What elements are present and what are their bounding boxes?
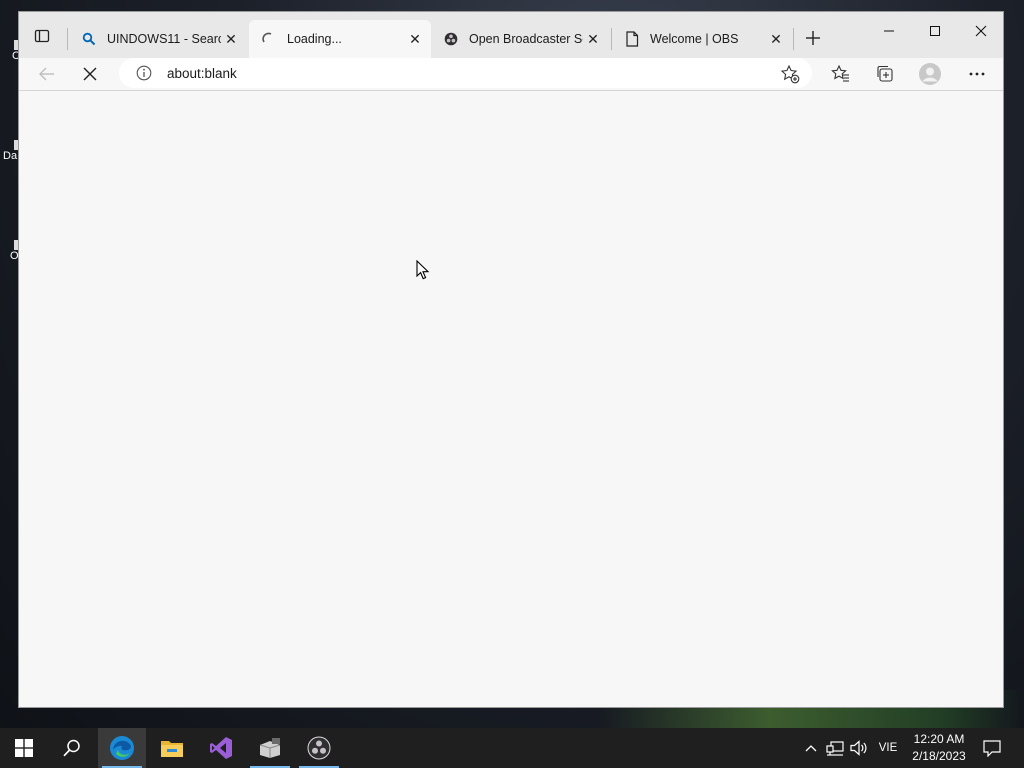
collections-icon [877, 65, 893, 82]
network-icon [826, 741, 844, 756]
mouse-cursor-icon [416, 260, 430, 280]
taskbar-obs[interactable] [295, 728, 343, 768]
add-favorite-icon[interactable] [780, 64, 800, 84]
tab-welcome-obs[interactable]: Welcome | OBS ✕ [612, 20, 792, 58]
favorites-button[interactable] [825, 58, 857, 90]
show-hidden-icons-button[interactable] [800, 728, 822, 768]
close-window-button[interactable] [958, 12, 1004, 50]
action-center-button[interactable] [978, 728, 1006, 768]
file-explorer-icon [161, 741, 183, 757]
info-icon[interactable] [135, 64, 153, 82]
tab-loading[interactable]: Loading... ✕ [249, 20, 431, 58]
close-icon [975, 25, 987, 37]
clock-date: 2/18/2023 [912, 749, 966, 763]
plus-icon [806, 31, 820, 45]
tab-actions-button[interactable] [27, 21, 57, 51]
loading-spinner-icon [261, 31, 277, 47]
search-icon [81, 31, 97, 47]
page-icon [624, 31, 640, 47]
tab-search[interactable]: UINDOWS11 - Search ✕ [69, 20, 247, 58]
tab-title: Open Broadcaster Sof [469, 32, 583, 46]
tab-separator [793, 28, 794, 50]
input-language-button[interactable]: VIE [873, 728, 903, 768]
edge-icon [110, 736, 134, 760]
browser-toolbar: about:blank [19, 58, 1003, 91]
desktop-icon-3[interactable]: O [0, 240, 19, 262]
tab-title: UINDOWS11 - Search [107, 32, 221, 46]
package-icon [259, 738, 281, 758]
tab-title: Loading... [287, 32, 342, 46]
tab-strip: UINDOWS11 - Search ✕ Loading... ✕ Open B… [19, 12, 1003, 58]
stop-loading-button[interactable] [74, 58, 106, 90]
visual-studio-icon [210, 737, 232, 759]
browser-window: UINDOWS11 - Search ✕ Loading... ✕ Open B… [18, 11, 1004, 708]
favorites-icon [831, 64, 849, 82]
tab-actions-icon [34, 29, 50, 43]
maximize-button[interactable] [912, 12, 958, 50]
desktop-icon-1[interactable]: C [0, 40, 20, 62]
collections-button[interactable] [869, 58, 901, 90]
notification-icon [983, 739, 1001, 757]
maximize-icon [930, 26, 940, 36]
back-button[interactable] [31, 58, 63, 90]
speaker-icon [850, 740, 867, 756]
taskbar-search-button[interactable] [48, 728, 96, 768]
page-content [19, 91, 1003, 707]
close-tab-icon[interactable]: ✕ [583, 29, 603, 49]
settings-more-button[interactable] [961, 58, 993, 90]
taskbar-edge[interactable] [98, 728, 146, 768]
volume-button[interactable] [847, 728, 871, 768]
avatar [919, 63, 941, 85]
obs-icon [307, 736, 331, 760]
profile-button[interactable] [914, 58, 946, 90]
minimize-icon [884, 30, 894, 32]
tab-separator [67, 28, 68, 50]
start-icon [15, 739, 33, 757]
clock[interactable]: 12:20 AM 2/18/2023 [906, 731, 972, 765]
tab-obs-site[interactable]: Open Broadcaster Sof ✕ [431, 20, 609, 58]
taskbar: VIE 12:20 AM 2/18/2023 [0, 728, 1024, 768]
desktop-icon-label: Da [3, 150, 18, 162]
close-tab-icon[interactable]: ✕ [221, 29, 241, 49]
taskbar-visual-studio[interactable] [197, 728, 245, 768]
network-button[interactable] [823, 728, 847, 768]
taskbar-file-explorer[interactable] [148, 728, 196, 768]
obs-icon [443, 31, 459, 47]
address-bar[interactable]: about:blank [119, 58, 812, 88]
clock-time: 12:20 AM [913, 732, 965, 746]
new-tab-button[interactable] [799, 24, 827, 52]
desktop-icon-2[interactable]: Da [0, 140, 18, 162]
taskbar-package[interactable] [246, 728, 294, 768]
start-button[interactable] [0, 728, 48, 768]
chevron-up-icon [805, 745, 817, 752]
close-tab-icon[interactable]: ✕ [405, 29, 425, 49]
back-arrow-icon [39, 67, 54, 81]
more-icon [969, 72, 985, 76]
stop-icon [83, 67, 97, 81]
close-tab-icon[interactable]: ✕ [766, 29, 786, 49]
minimize-button[interactable] [866, 12, 912, 50]
search-icon [63, 739, 80, 757]
address-url: about:blank [167, 65, 237, 81]
tab-title: Welcome | OBS [650, 32, 739, 46]
